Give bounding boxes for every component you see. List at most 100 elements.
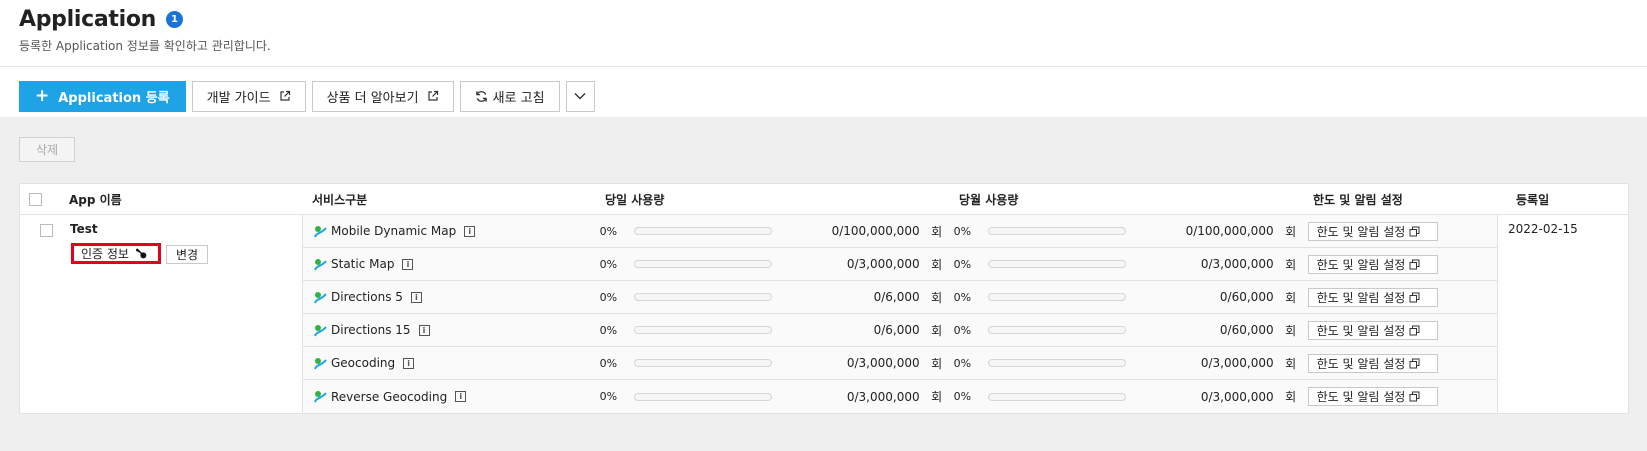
- daily-quantity: 0/3,000,000: [846, 257, 920, 271]
- limit-settings-label: 한도 및 알림 설정: [1316, 356, 1406, 371]
- daily-unit: 회: [931, 290, 943, 305]
- map-pin-icon: [314, 324, 327, 336]
- select-all-checkbox[interactable]: [29, 192, 42, 206]
- daily-progress-bar: [633, 359, 772, 367]
- limit-settings-button[interactable]: 한도 및 알림 설정: [1307, 287, 1438, 307]
- map-pin-icon: [314, 258, 327, 270]
- daily-quantity: 0/6,000: [873, 323, 920, 337]
- info-icon[interactable]: i: [464, 225, 476, 237]
- popup-icon: [1409, 358, 1420, 368]
- popup-icon: [1409, 259, 1420, 269]
- service-name: Directions 15: [331, 323, 411, 337]
- popup-icon: [1409, 391, 1420, 402]
- header-daily-usage: 당일 사용량: [605, 192, 665, 207]
- limit-settings-button[interactable]: 한도 및 알림 설정: [1307, 221, 1438, 241]
- limit-settings-button[interactable]: 한도 및 알림 설정: [1307, 320, 1438, 340]
- daily-percent: 0%: [599, 390, 618, 403]
- map-pin-icon: [314, 225, 327, 237]
- header-service: 서비스구분: [312, 192, 368, 207]
- info-icon[interactable]: i: [455, 391, 467, 402]
- monthly-quantity: 0/3,000,000: [1200, 257, 1274, 271]
- daily-unit: 회: [931, 257, 943, 272]
- popup-icon: [1409, 325, 1420, 335]
- limit-settings-button[interactable]: 한도 및 알림 설정: [1307, 254, 1438, 274]
- limit-settings-label: 한도 및 알림 설정: [1316, 390, 1406, 404]
- refresh-button[interactable]: 새로 고침: [459, 80, 560, 112]
- header-monthly-usage: 당월 사용량: [959, 192, 1019, 207]
- monthly-percent: 0%: [953, 290, 972, 304]
- info-icon[interactable]: i: [403, 357, 415, 369]
- info-icon[interactable]: i: [418, 324, 430, 336]
- auth-info-label: 인증 정보: [81, 247, 129, 261]
- refresh-label: 새로 고침: [492, 90, 545, 106]
- daily-quantity: 0/6,000: [873, 290, 920, 304]
- monthly-quantity: 0/60,000: [1219, 290, 1274, 304]
- table-body: Test 인증 정보 변경 Mobile Dynamic Map i 0% 0/…: [20, 215, 1628, 413]
- page-header: Application 1 등록한 Application 정보를 확인하고 관…: [0, 0, 1647, 67]
- monthly-percent: 0%: [953, 257, 972, 271]
- service-name: Static Map: [331, 257, 395, 271]
- monthly-percent: 0%: [953, 356, 972, 370]
- external-link-icon: [427, 90, 438, 101]
- daily-unit: 회: [931, 323, 943, 338]
- product-info-button[interactable]: 상품 더 알아보기: [311, 80, 454, 112]
- external-link-icon: [279, 90, 290, 101]
- register-application-label: Application 등록: [58, 90, 170, 106]
- chevron-down-icon: [574, 93, 586, 100]
- monthly-percent: 0%: [953, 323, 972, 337]
- monthly-progress-bar: [987, 359, 1126, 367]
- daily-progress-bar: [633, 392, 772, 401]
- limit-settings-label: 한도 및 알림 설정: [1316, 257, 1406, 272]
- monthly-unit: 회: [1285, 224, 1297, 239]
- monthly-progress-bar: [987, 293, 1126, 301]
- page-title: Application: [19, 6, 157, 32]
- monthly-progress-bar: [987, 392, 1126, 401]
- daily-progress-bar: [633, 293, 772, 301]
- limit-settings-button[interactable]: 한도 및 알림 설정: [1307, 387, 1438, 406]
- daily-progress-bar: [633, 326, 772, 334]
- service-name: Geocoding: [331, 356, 396, 370]
- daily-percent: 0%: [599, 290, 618, 304]
- daily-percent: 0%: [599, 323, 618, 337]
- daily-progress-bar: [633, 227, 772, 235]
- register-application-button[interactable]: + Application 등록: [19, 80, 186, 112]
- daily-quantity: 0/100,000,000: [831, 224, 920, 238]
- monthly-unit: 회: [1285, 356, 1297, 371]
- toolbar: + Application 등록 개발 가이드 상품 더 알아보기 새로 고침: [0, 67, 1647, 116]
- monthly-unit: 회: [1285, 257, 1297, 272]
- service-name: Mobile Dynamic Map: [331, 224, 457, 238]
- dev-guide-label: 개발 가이드: [206, 90, 271, 106]
- content-area: 삭제 App 이름 서비스구분 당일 사용량 당월 사용량 한도 및 알림 설정…: [0, 117, 1647, 451]
- page-subtitle: 등록한 Application 정보를 확인하고 관리합니다.: [19, 39, 271, 53]
- table-row: Geocoding i 0% 0/3,000,000 회 0% 0/3,000,…: [303, 347, 1497, 380]
- dev-guide-button[interactable]: 개발 가이드: [191, 80, 306, 112]
- limit-settings-button[interactable]: 한도 및 알림 설정: [1307, 353, 1438, 373]
- monthly-quantity: 0/3,000,000: [1200, 389, 1274, 404]
- map-pin-icon: [314, 357, 327, 369]
- delete-button[interactable]: 삭제: [19, 137, 75, 162]
- app-cell: Test 인증 정보 변경: [20, 215, 303, 412]
- more-options-button[interactable]: [565, 80, 595, 112]
- product-info-label: 상품 더 알아보기: [326, 90, 419, 106]
- monthly-quantity: 0/3,000,000: [1200, 356, 1274, 370]
- daily-percent: 0%: [599, 257, 618, 271]
- info-icon[interactable]: i: [410, 291, 422, 303]
- title-row: Application 1: [19, 6, 1628, 32]
- service-name: Reverse Geocoding: [331, 389, 448, 404]
- auth-info-button[interactable]: 인증 정보: [71, 243, 161, 264]
- limit-settings-label: 한도 및 알림 설정: [1316, 323, 1406, 338]
- daily-unit: 회: [931, 224, 943, 239]
- map-pin-icon: [314, 291, 327, 303]
- monthly-progress-bar: [987, 227, 1126, 235]
- info-icon[interactable]: i: [402, 258, 414, 270]
- daily-percent: 0%: [599, 224, 618, 238]
- popup-icon: [1409, 292, 1420, 302]
- daily-unit: 회: [931, 390, 943, 404]
- row-checkbox[interactable]: [40, 224, 53, 237]
- daily-percent: 0%: [599, 356, 618, 370]
- daily-progress-bar: [633, 260, 772, 268]
- monthly-unit: 회: [1285, 323, 1297, 338]
- limit-settings-label: 한도 및 알림 설정: [1316, 224, 1406, 239]
- change-button[interactable]: 변경: [166, 245, 209, 264]
- plus-icon: +: [35, 86, 50, 106]
